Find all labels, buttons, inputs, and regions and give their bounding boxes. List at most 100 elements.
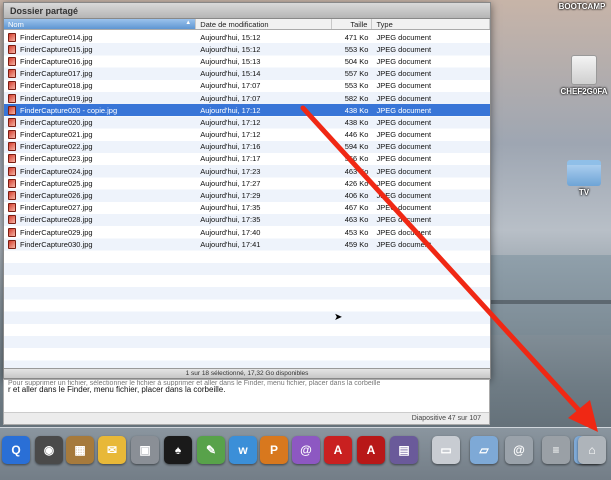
file-date: Aujourd'hui, 17:07: [200, 81, 261, 91]
file-date: Aujourd'hui, 15:14: [200, 69, 261, 79]
file-size: 463 Ko: [344, 166, 369, 176]
file-row[interactable]: FinderCapture018.jpg Aujourd'hui, 17:07 55…: [4, 80, 490, 92]
column-header-label: Nom: [8, 20, 24, 29]
coin-stack-icon[interactable]: ≡: [542, 436, 570, 464]
spade-icon[interactable]: ♠: [164, 436, 192, 464]
file-row[interactable]: FinderCapture020 - copie.jpg Aujourd'hui,…: [4, 104, 490, 117]
file-size: 446 Ko: [344, 130, 369, 140]
desktop-item-label: TV: [578, 188, 590, 197]
file-name-cell: FinderCapture027.jpg: [4, 203, 196, 213]
slide-counter: Diapositive 47 sur 107: [4, 412, 489, 424]
file-size: 594 Ko: [344, 142, 369, 152]
column-header-date[interactable]: Date de modification: [196, 19, 332, 29]
file-row[interactable]: FinderCapture023.jpg Aujourd'hui, 17:17 56…: [4, 153, 490, 165]
file-name-cell: FinderCapture025.jpg: [4, 178, 196, 188]
file-date: Aujourd'hui, 17:40: [200, 227, 261, 237]
file-name-cell: FinderCapture014.jpg: [4, 32, 196, 42]
file-name: FinderCapture014.jpg: [20, 32, 93, 42]
window-title[interactable]: Dossier partagé: [4, 3, 490, 19]
image-edit-icon[interactable]: ✎: [197, 436, 225, 464]
w-app-icon[interactable]: w: [229, 436, 257, 464]
acrobat-icon[interactable]: A: [324, 436, 352, 464]
file-row[interactable]: FinderCapture022.jpg Aujourd'hui, 17:16 59…: [4, 141, 490, 153]
photo-icon[interactable]: ▦: [66, 436, 94, 464]
folder-stack-icon[interactable]: ▱: [470, 436, 498, 464]
preview-icon[interactable]: ▣: [131, 436, 159, 464]
file-name-cell: FinderCapture017.jpg: [4, 69, 196, 79]
file-date: Aujourd'hui, 17:29: [200, 191, 261, 201]
finder-window: Dossier partagé Nom ▲ Date de modificati…: [3, 2, 491, 379]
file-row[interactable]: FinderCapture016.jpg Aujourd'hui, 15:13 50…: [4, 55, 490, 67]
file-type: JPEG document: [376, 178, 432, 188]
file-row[interactable]: FinderCapture026.jpg Aujourd'hui, 17:29 40…: [4, 189, 490, 201]
postage-icon[interactable]: ✉: [98, 436, 126, 464]
jpeg-file-icon: [8, 130, 16, 140]
jpeg-file-icon: [8, 178, 16, 188]
file-name-cell: FinderCapture021.jpg: [4, 130, 196, 140]
column-header-size[interactable]: Taille: [332, 19, 373, 29]
spiral-app-icon[interactable]: @: [292, 436, 320, 464]
document-stack-icon[interactable]: ▭: [432, 436, 460, 464]
desktop-wallpaper-sea: [490, 255, 611, 335]
file-row[interactable]: FinderCapture019.jpg Aujourd'hui, 17:07 58…: [4, 92, 490, 104]
jpeg-file-icon: [8, 56, 16, 66]
jpeg-file-icon: [8, 166, 16, 176]
file-name-cell: FinderCapture023.jpg: [4, 154, 196, 164]
column-headers: Nom ▲ Date de modification Taille Type: [4, 19, 490, 30]
at-sign-icon[interactable]: @: [505, 436, 533, 464]
file-name: FinderCapture025.jpg: [20, 178, 93, 188]
file-size: 459 Ko: [344, 239, 369, 249]
desktop-item-tv[interactable]: TV: [549, 160, 611, 197]
jpeg-file-icon: [8, 239, 16, 249]
file-name-cell: FinderCapture028.jpg: [4, 215, 196, 225]
column-header-type[interactable]: Type: [372, 19, 490, 29]
file-row[interactable]: FinderCapture015.jpg Aujourd'hui, 15:12 55…: [4, 43, 490, 55]
file-name-cell: FinderCapture020.jpg: [4, 117, 196, 127]
file-row[interactable]: FinderCapture025.jpg Aujourd'hui, 17:27 42…: [4, 177, 490, 189]
hard-drive-icon: [571, 55, 597, 85]
sort-ascending-icon: ▲: [185, 20, 192, 26]
file-name-cell: FinderCapture018.jpg: [4, 81, 196, 91]
jpeg-file-icon: [8, 117, 16, 127]
file-row[interactable]: FinderCapture021.jpg Aujourd'hui, 17:12 44…: [4, 129, 490, 141]
column-header-name[interactable]: Nom ▲: [4, 19, 197, 29]
file-row[interactable]: FinderCapture027.jpg Aujourd'hui, 17:35 46…: [4, 202, 490, 214]
jpeg-file-icon: [8, 32, 16, 42]
acrobat-reader-icon[interactable]: A: [357, 436, 385, 464]
file-row[interactable]: FinderCapture014.jpg Aujourd'hui, 15:12 47…: [4, 31, 490, 43]
file-type: JPEG document: [376, 105, 432, 115]
file-date: Aujourd'hui, 17:35: [200, 203, 261, 213]
file-name-cell: FinderCapture019.jpg: [4, 93, 196, 103]
file-row[interactable]: FinderCapture028.jpg Aujourd'hui, 17:35 46…: [4, 214, 490, 226]
file-row[interactable]: FinderCapture030.jpg Aujourd'hui, 17:41 45…: [4, 238, 490, 250]
jpeg-file-icon: [8, 69, 16, 79]
file-type: JPEG document: [376, 215, 432, 225]
file-row[interactable]: FinderCapture029.jpg Aujourd'hui, 17:40 45…: [4, 226, 490, 238]
file-row[interactable]: FinderCapture017.jpg Aujourd'hui, 15:14 55…: [4, 68, 490, 80]
file-type: JPEG document: [376, 239, 432, 249]
folder-icon: [567, 160, 601, 186]
file-date: Aujourd'hui, 17:41: [200, 239, 261, 249]
jpeg-file-icon: [8, 227, 16, 237]
file-name: FinderCapture020 - copie.jpg: [20, 105, 118, 115]
file-name: FinderCapture019.jpg: [20, 93, 93, 103]
jpeg-file-icon: [8, 203, 16, 213]
p-app-icon[interactable]: P: [260, 436, 288, 464]
file-row[interactable]: FinderCapture020.jpg Aujourd'hui, 17:12 43…: [4, 116, 490, 128]
quicktime-icon[interactable]: Q: [2, 436, 30, 464]
file-size: 426 Ko: [344, 178, 369, 188]
file-size: 566 Ko: [344, 154, 369, 164]
media-app-icon[interactable]: ▤: [390, 436, 418, 464]
camera-icon[interactable]: ◉: [35, 436, 63, 464]
file-name: FinderCapture028.jpg: [20, 215, 93, 225]
file-name-cell: FinderCapture015.jpg: [4, 44, 196, 54]
file-date: Aujourd'hui, 17:23: [200, 166, 261, 176]
file-row[interactable]: FinderCapture024.jpg Aujourd'hui, 17:23 46…: [4, 165, 490, 177]
trash-icon[interactable]: ⌂: [578, 436, 606, 464]
jpeg-file-icon: [8, 105, 16, 115]
file-name: FinderCapture026.jpg: [20, 191, 93, 201]
desktop-item-chef2g0fa[interactable]: CHEF2G0FA: [549, 55, 611, 96]
file-type: JPEG document: [376, 191, 432, 201]
desktop-item-label: CHEF2G0FA: [560, 87, 608, 96]
desktop-item-bootcamp[interactable]: BOOTCAMP: [547, 2, 611, 11]
